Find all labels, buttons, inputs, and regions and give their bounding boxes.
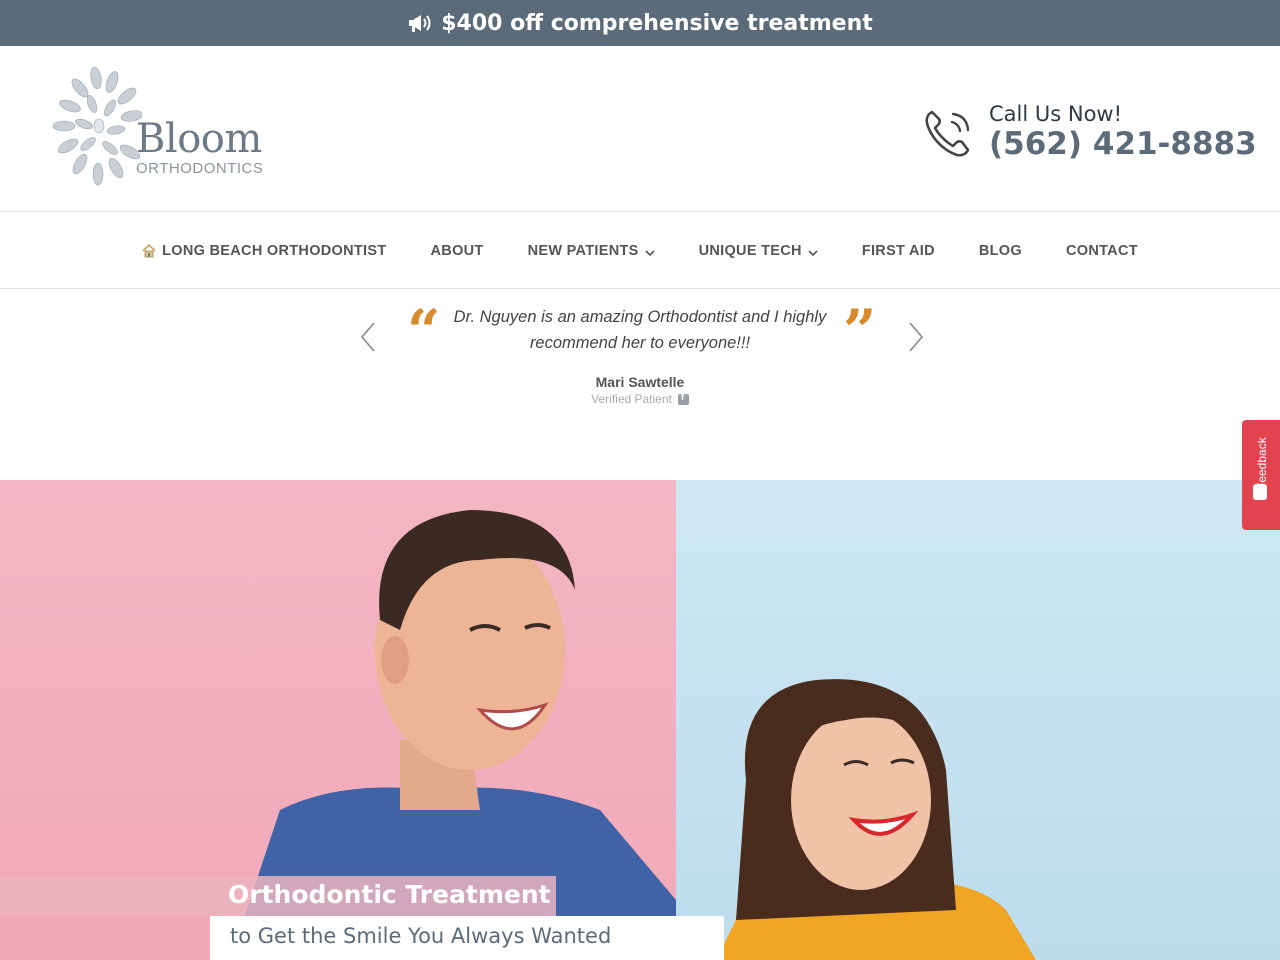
nav-item-contact[interactable]: CONTACT	[1044, 243, 1160, 259]
nav-item-first-aid[interactable]: FIRST AID	[840, 243, 957, 259]
nav-label: UNIQUE TECH	[698, 242, 802, 259]
verified-label: Verified Patient	[591, 392, 672, 406]
testimonial-carousel: “ Dr. Nguyen is an amazing Orthodontist …	[0, 290, 1280, 480]
nav-label: NEW PATIENTS	[527, 242, 639, 259]
facebook-icon	[677, 392, 689, 405]
logo-wordmark: Bloom	[136, 116, 262, 162]
promo-bar[interactable]: $400 off comprehensive treatment	[0, 0, 1280, 46]
hero-caption-title: Orthodontic Treatment	[228, 880, 551, 909]
main-nav: LONG BEACH ORTHODONTIST ABOUT NEW PATIEN…	[0, 213, 1280, 289]
close-quote-mark: ”	[843, 297, 877, 365]
phone-icon	[922, 106, 976, 160]
logo-flower-icon	[52, 66, 144, 186]
nav-label: FIRST AID	[861, 242, 935, 259]
hero-caption-subtitle-box: to Get the Smile You Always Wanted	[210, 916, 724, 960]
testimonial-quote: Dr. Nguyen is an amazing Orthodontist an…	[453, 308, 827, 352]
carousel-prev-arrow-icon[interactable]	[358, 320, 378, 354]
feedback-smile-icon	[1253, 484, 1267, 500]
nav-item-about[interactable]: ABOUT	[409, 243, 506, 259]
call-block[interactable]: Call Us Now! (562) 421-8883	[922, 98, 1257, 168]
chevron-down-icon	[645, 246, 655, 256]
nav-item-unique-tech[interactable]: UNIQUE TECH	[677, 243, 840, 259]
hero-blue-panel	[676, 480, 1280, 960]
feedback-tab[interactable]: Feedback	[1242, 420, 1280, 530]
site-header: Bloom ORTHODONTICS Call Us Now! (562) 42…	[0, 46, 1280, 212]
hero-caption-subtitle: to Get the Smile You Always Wanted	[230, 924, 612, 948]
chevron-down-icon	[808, 246, 818, 256]
home-icon	[142, 243, 156, 258]
megaphone-icon	[407, 12, 433, 34]
hero-banner: Orthodontic Treatment to Get the Smile Y…	[0, 480, 1280, 960]
open-quote-mark: “	[407, 297, 441, 365]
site-logo[interactable]: Bloom ORTHODONTICS	[52, 64, 272, 194]
nav-label: ABOUT	[430, 242, 484, 259]
promo-text: $400 off comprehensive treatment	[441, 10, 873, 36]
testimonial-author: Mari Sawtelle	[595, 374, 685, 390]
nav-item-long-beach-orthodontist[interactable]: LONG BEACH ORTHODONTIST	[120, 243, 408, 259]
nav-label: CONTACT	[1065, 242, 1138, 259]
nav-item-blog[interactable]: BLOG	[957, 243, 1044, 259]
hero-caption-title-box: Orthodontic Treatment	[0, 876, 556, 916]
smiling-woman-image	[716, 679, 1036, 960]
verified-badge: Verified Patient	[0, 392, 1280, 406]
logo-subtitle: ORTHODONTICS	[136, 160, 264, 177]
nav-label: LONG BEACH ORTHODONTIST	[162, 242, 387, 259]
nav-label: BLOG	[978, 242, 1022, 259]
carousel-next-arrow-icon[interactable]	[906, 320, 926, 354]
nav-item-new-patients[interactable]: NEW PATIENTS	[506, 243, 677, 259]
feedback-label: Feedback	[1255, 437, 1269, 490]
call-label: Call Us Now!	[989, 102, 1123, 126]
phone-number[interactable]: (562) 421-8883	[989, 126, 1257, 162]
